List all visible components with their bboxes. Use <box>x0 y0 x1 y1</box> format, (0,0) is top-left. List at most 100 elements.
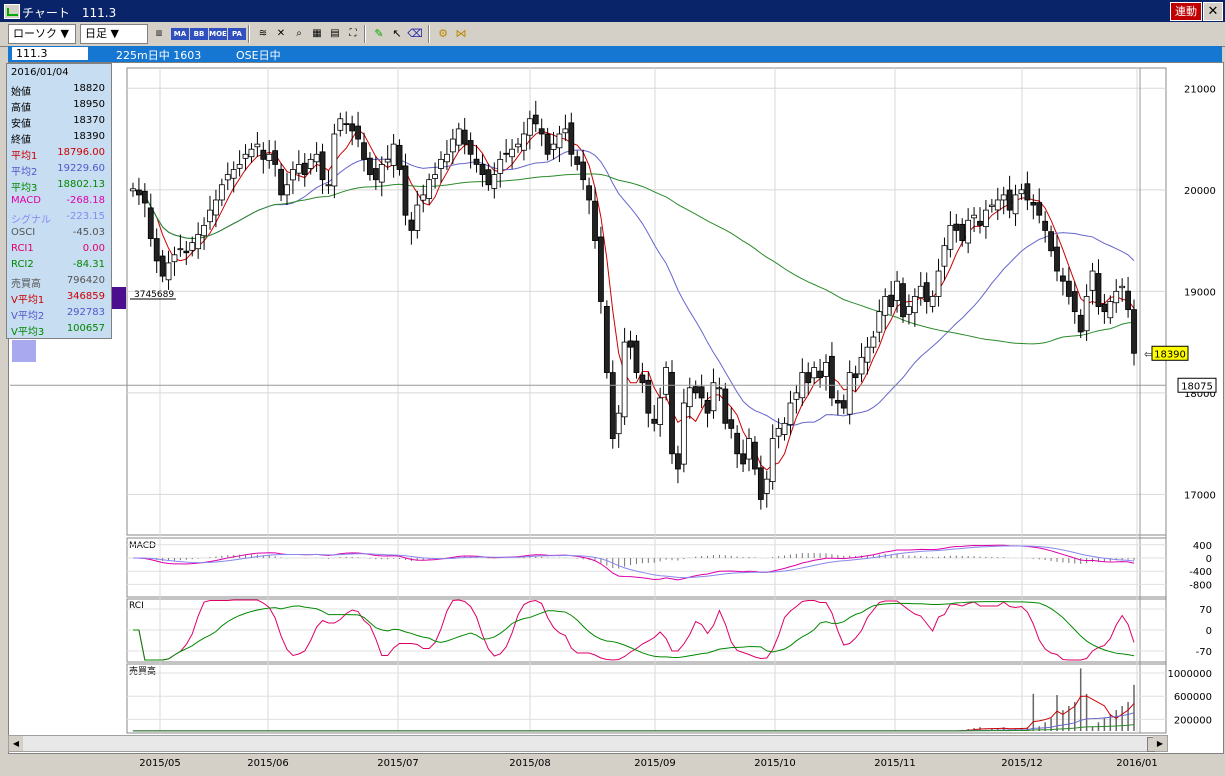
candle-body <box>485 169 492 186</box>
candle-body <box>521 133 527 151</box>
candle-body <box>444 153 450 163</box>
candle-body <box>201 224 207 237</box>
candle-body <box>307 158 314 169</box>
ohlc-label: 安値 <box>11 119 31 130</box>
candle-body <box>716 387 723 390</box>
candle-body <box>823 362 829 377</box>
candle-body <box>426 179 433 199</box>
candle-body <box>858 356 865 375</box>
ohlc-label: RCI1 <box>11 243 34 254</box>
candle-body <box>384 158 391 163</box>
ohlc-label: 売買高 <box>11 279 41 290</box>
candle-body <box>757 467 764 500</box>
candle-body <box>159 255 166 277</box>
candle-body <box>361 142 367 160</box>
candle-body <box>248 148 255 158</box>
candle-body <box>1077 314 1084 333</box>
ohlc-value: 346859 <box>66 291 105 302</box>
candle-body <box>627 340 634 348</box>
candle-body <box>864 346 871 363</box>
macd-title: MACD <box>129 541 156 551</box>
stock-chart[interactable]: 2015/05 2015/06 2015/07 2015/08 2015/09 2015/… <box>0 0 1225 776</box>
ohlc-label: 高値 <box>11 103 31 114</box>
y-tick-label: 21000 <box>1184 84 1216 95</box>
candle-body <box>449 138 456 153</box>
ohlc-value: -223.15 <box>66 211 105 222</box>
candle-body <box>787 402 794 425</box>
volume-profile-bar <box>12 340 36 362</box>
candle-body <box>882 296 889 316</box>
ohlc-value: 18370 <box>73 115 105 126</box>
candle-body <box>793 392 800 400</box>
candle-body <box>218 184 225 201</box>
candle-body <box>130 188 136 192</box>
candle-body <box>147 207 154 239</box>
candle-body <box>840 400 847 409</box>
candle-body <box>343 123 350 126</box>
candle-body <box>669 371 675 455</box>
candle-body <box>467 140 474 155</box>
candle-body <box>1012 194 1019 215</box>
candle-body <box>574 156 581 165</box>
candle-body <box>532 114 539 125</box>
ohlc-row: 平均1 18796.00 <box>11 147 107 163</box>
candle-body <box>550 143 557 150</box>
candle-body <box>971 214 977 219</box>
candle-body <box>455 128 462 146</box>
candle-body <box>432 174 438 179</box>
candle-body <box>935 270 942 297</box>
candle-body <box>1060 275 1066 282</box>
candle-body <box>1101 303 1108 313</box>
candle-body <box>900 283 906 318</box>
candle-body <box>852 373 859 379</box>
candle-body <box>983 209 989 227</box>
candle-body <box>633 340 640 373</box>
ohlc-value: 0.00 <box>82 243 105 254</box>
scroll-right-icon[interactable]: ▶ <box>1153 736 1167 751</box>
ohlc-date: 2016/01/04 <box>11 67 69 78</box>
macd-panel-border <box>126 537 1167 598</box>
ohlc-row: 高値 18950 <box>11 99 107 115</box>
ohlc-row: V平均3 100657 <box>11 323 107 339</box>
candle-body <box>781 422 788 435</box>
candle-body <box>1125 290 1131 311</box>
ohlc-label: 平均1 <box>11 151 38 162</box>
candle-body <box>526 118 533 136</box>
candle-body <box>378 164 385 183</box>
candle-body <box>941 245 948 267</box>
ohlc-label: RCI2 <box>11 259 34 270</box>
ohlc-value: 18796.00 <box>57 147 105 158</box>
y-tick-label: 19000 <box>1184 287 1216 298</box>
candle-body <box>272 150 279 165</box>
ohlc-label: 平均2 <box>11 167 38 178</box>
ohlc-value: 292783 <box>66 307 105 318</box>
candle-body <box>692 386 699 394</box>
candle-body <box>372 168 379 181</box>
candle-body <box>704 399 711 414</box>
ohlc-row: V平均2 292783 <box>11 307 107 323</box>
candle-body <box>284 184 290 196</box>
ohlc-label: V平均1 <box>11 295 45 306</box>
ohlc-value: 18802.13 <box>57 179 105 190</box>
candle-body <box>515 143 521 148</box>
candle-body <box>136 189 142 196</box>
candle-body <box>242 153 249 159</box>
vma1-line <box>133 695 1135 732</box>
ohlc-value: 18950 <box>73 99 105 110</box>
candle-body <box>236 164 243 169</box>
horizontal-scrollbar[interactable]: ◀ ▶ <box>8 735 1168 752</box>
candle-body <box>1036 202 1043 216</box>
candle-body <box>894 280 900 301</box>
candle-body <box>911 296 918 314</box>
ohlc-row: MACD -268.18 <box>11 195 107 211</box>
ohlc-row: 平均2 19229.60 <box>11 163 107 179</box>
candle-body <box>349 123 356 132</box>
candle-body <box>805 372 812 384</box>
candle-body <box>438 158 444 169</box>
candle-body <box>278 168 284 196</box>
scroll-left-icon[interactable]: ◀ <box>9 736 23 751</box>
candle-body <box>189 242 196 251</box>
candle-body <box>1054 246 1060 272</box>
candle-body <box>1089 270 1096 291</box>
ohlc-row: 売買高 796420 <box>11 275 107 291</box>
